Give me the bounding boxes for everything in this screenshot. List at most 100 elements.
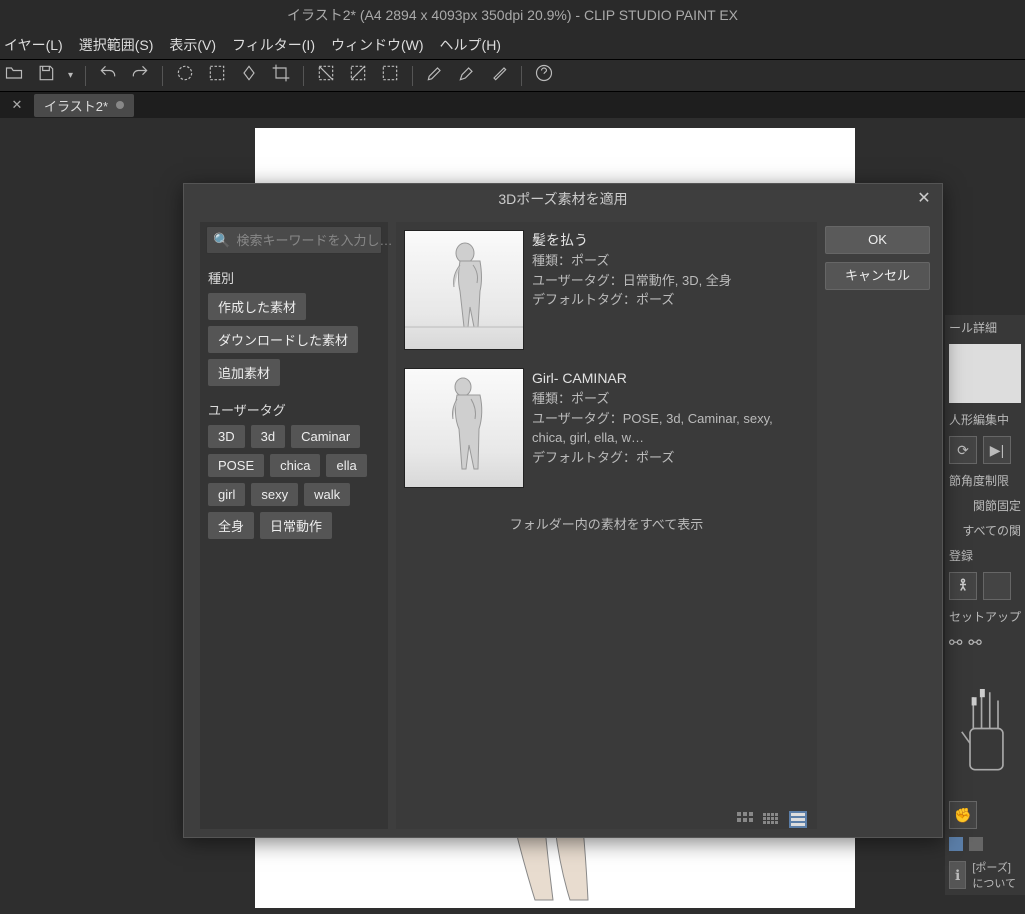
brush-icon[interactable] xyxy=(457,63,477,88)
chip-daily[interactable]: 日常動作 xyxy=(260,512,332,539)
result-usertags: ユーザータグ：POSE, 3d, Caminar, sexy, chica, g… xyxy=(532,409,809,448)
chip-ella[interactable]: ella xyxy=(326,454,366,477)
close-icon[interactable]: ✕ xyxy=(914,188,934,208)
rotation-icon[interactable]: ⟳ xyxy=(949,436,977,464)
chip-sexy[interactable]: sexy xyxy=(251,483,298,506)
cancel-button[interactable]: キャンセル xyxy=(825,262,930,290)
search-field[interactable]: 🔍 xyxy=(206,226,382,254)
chip-created[interactable]: 作成した素材 xyxy=(208,293,306,320)
select-grow-icon[interactable] xyxy=(348,63,368,88)
close-tab-icon[interactable]: ✕ xyxy=(0,97,34,113)
chip-pose[interactable]: POSE xyxy=(208,454,264,477)
blue-swatch[interactable] xyxy=(949,837,963,851)
chip-added[interactable]: 追加素材 xyxy=(208,359,280,386)
marker-icon[interactable] xyxy=(489,63,509,88)
play-icon[interactable]: ▶| xyxy=(983,436,1011,464)
chip-caminar[interactable]: Caminar xyxy=(291,425,360,448)
gray-swatch[interactable] xyxy=(969,837,983,851)
help-icon[interactable] xyxy=(534,63,554,88)
chip-downloaded[interactable]: ダウンロードした素材 xyxy=(208,326,358,353)
joint-fix-label: 関節固定 xyxy=(949,497,1021,514)
menu-view[interactable]: 表示(V) xyxy=(169,35,216,55)
apply-3d-pose-dialog: 3Dポーズ素材を適用 ✕ 🔍 種別 作成した素材 ダウンロードした素材 追加素材… xyxy=(183,183,943,838)
pose-icon[interactable] xyxy=(949,572,977,600)
type-chips: 作成した素材 ダウンロードした素材 追加素材 xyxy=(200,293,388,394)
select-rect-icon[interactable] xyxy=(207,63,227,88)
all-joint-label: すべての関 xyxy=(949,522,1021,539)
list-item[interactable]: 髪を払う 種類：ポーズ ユーザータグ：日常動作, 3D, 全身 デフォルトタグ：… xyxy=(404,230,809,350)
view-small-grid-icon[interactable] xyxy=(763,803,783,821)
link-icon[interactable]: ⚯ xyxy=(949,633,962,653)
dropdown-icon[interactable]: ▾ xyxy=(68,70,73,81)
undo-icon[interactable] xyxy=(98,63,118,88)
menu-layer[interactable]: イヤー(L) xyxy=(4,35,63,55)
model-edit-label: 人形編集中 xyxy=(949,411,1021,428)
menu-filter[interactable]: フィルター(I) xyxy=(232,35,315,55)
pen-icon[interactable] xyxy=(425,63,445,88)
document-tab[interactable]: イラスト2* xyxy=(34,94,134,117)
tool-property-panel: ール詳細 人形編集中 ⟳ ▶| 節角度制限 関節固定 すべての関 登録 セットア… xyxy=(945,315,1025,895)
result-deftags: デフォルトタグ：ポーズ xyxy=(532,290,809,310)
open-icon[interactable] xyxy=(4,63,24,88)
chip-chica[interactable]: chica xyxy=(270,454,320,477)
result-usertags: ユーザータグ：日常動作, 3D, 全身 xyxy=(532,271,809,291)
usertag-chips: 3D 3d Caminar POSE chica ella girl sexy … xyxy=(200,425,388,547)
chip-walk[interactable]: walk xyxy=(304,483,350,506)
menu-window[interactable]: ウィンドウ(W) xyxy=(331,35,424,55)
info-icon: ℹ xyxy=(949,861,966,889)
view-switcher xyxy=(737,803,809,821)
redo-icon[interactable] xyxy=(130,63,150,88)
result-kind: 種類：ポーズ xyxy=(532,389,809,409)
window-title: イラスト2* (A4 2894 x 4093px 350dpi 20.9%) -… xyxy=(0,0,1025,30)
select-dashed-icon[interactable] xyxy=(175,63,195,88)
thumbnail xyxy=(404,368,524,488)
separator xyxy=(85,66,86,86)
chip-fullbody[interactable]: 全身 xyxy=(208,512,254,539)
show-all-link[interactable]: フォルダー内の素材をすべて表示 xyxy=(404,514,809,533)
separator xyxy=(162,66,163,86)
crop-icon[interactable] xyxy=(271,63,291,88)
search-icon: 🔍 xyxy=(213,232,230,249)
select-all-icon[interactable] xyxy=(380,63,400,88)
about-pose-label: [ポーズ]について xyxy=(972,859,1021,891)
result-title: 髪を払う xyxy=(532,230,809,251)
separator xyxy=(412,66,413,86)
unlink-icon[interactable]: ⚯ xyxy=(968,633,981,653)
separator xyxy=(521,66,522,86)
dialog-titlebar: 3Dポーズ素材を適用 ✕ xyxy=(184,184,942,214)
chip-3d-lower[interactable]: 3d xyxy=(251,425,285,448)
result-meta: 髪を払う 種類：ポーズ ユーザータグ：日常動作, 3D, 全身 デフォルトタグ：… xyxy=(532,230,809,350)
setup-label: セットアップ xyxy=(949,608,1021,625)
dialog-buttons: OK キャンセル xyxy=(825,222,930,829)
view-list-icon[interactable] xyxy=(789,803,809,821)
thumbnail xyxy=(404,230,524,350)
list-item[interactable]: Girl- CAMINAR 種類：ポーズ ユーザータグ：POSE, 3d, Ca… xyxy=(404,368,809,488)
menu-select[interactable]: 選択範囲(S) xyxy=(79,35,154,55)
tab-label: イラスト2* xyxy=(44,96,108,115)
separator xyxy=(303,66,304,86)
info-row[interactable]: ℹ [ポーズ]について xyxy=(949,859,1021,891)
filter-panel: 🔍 種別 作成した素材 ダウンロードした素材 追加素材 ユーザータグ 3D 3d… xyxy=(200,222,388,829)
section-usertag-label: ユーザータグ xyxy=(208,400,380,419)
search-input[interactable] xyxy=(236,233,412,248)
chip-girl[interactable]: girl xyxy=(208,483,245,506)
chip-3d-upper[interactable]: 3D xyxy=(208,425,245,448)
register-label: 登録 xyxy=(949,547,1021,564)
hand-diagram[interactable] xyxy=(949,661,1019,793)
save-icon[interactable] xyxy=(36,63,56,88)
model-preview xyxy=(949,344,1021,403)
grab-icon[interactable]: ✊ xyxy=(949,801,977,829)
view-large-grid-icon[interactable] xyxy=(737,803,757,821)
empty-slot xyxy=(983,572,1011,600)
joint-limit-label: 節角度制限 xyxy=(949,472,1021,489)
menu-help[interactable]: ヘルプ(H) xyxy=(440,35,501,55)
result-meta: Girl- CAMINAR 種類：ポーズ ユーザータグ：POSE, 3d, Ca… xyxy=(532,368,809,488)
result-title: Girl- CAMINAR xyxy=(532,368,809,389)
tabbar: ✕ イラスト2* xyxy=(0,92,1025,118)
panel-header: ール詳細 xyxy=(949,319,1021,336)
ok-button[interactable]: OK xyxy=(825,226,930,254)
select-rotate-icon[interactable] xyxy=(239,63,259,88)
result-list: 髪を払う 種類：ポーズ ユーザータグ：日常動作, 3D, 全身 デフォルトタグ：… xyxy=(396,222,817,829)
select-none-icon[interactable] xyxy=(316,63,336,88)
toolbar: ▾ xyxy=(0,60,1025,92)
